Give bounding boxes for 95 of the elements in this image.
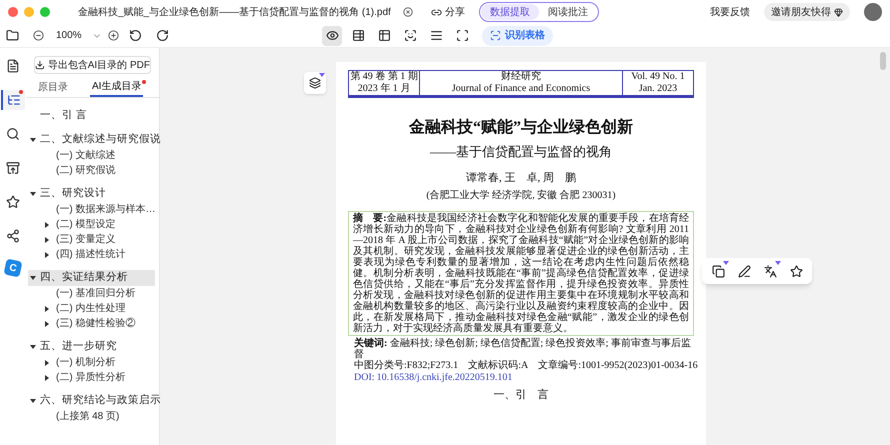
header-cell-text: 2023 年 1 月	[356, 83, 412, 95]
outline-item[interactable]: (二) 异质性分析	[56, 370, 126, 385]
outline-heading[interactable]: 一、引 言	[28, 108, 155, 124]
scrollbar[interactable]	[880, 52, 886, 70]
folder-icon[interactable]	[6, 29, 19, 42]
feedback-link[interactable]: 我要反馈	[710, 4, 750, 20]
copy-icon	[712, 264, 724, 278]
annotation-tool-button[interactable]	[762, 263, 778, 279]
nodes-icon	[6, 229, 20, 243]
header-cell: 财经研究	[419, 71, 623, 83]
caret-icon[interactable]	[44, 320, 50, 326]
annotation-tool-button[interactable]	[788, 263, 804, 279]
outline-item[interactable]: (二) 研究假说	[56, 163, 116, 178]
paper-authors: 谭常春, 王 卓, 周 鹏	[465, 170, 577, 186]
caret-icon[interactable]	[30, 191, 36, 197]
sidebar-tab[interactable]: 原目录	[36, 78, 70, 97]
classification-text: 中图分类号:F832;F273.1	[354, 360, 458, 372]
recognize-table-button[interactable]: 识别表格	[482, 26, 553, 46]
outline-item[interactable]: (上接第 48 页)	[56, 409, 120, 424]
annotation-tool-button[interactable]	[710, 263, 726, 279]
header-cell-text: Jan. 2023	[638, 83, 678, 95]
zoom-level[interactable]: 100%	[56, 28, 92, 43]
caret-icon[interactable]	[44, 236, 50, 242]
caret-icon[interactable]	[44, 222, 50, 228]
translate-icon	[764, 264, 776, 278]
search-icon	[6, 127, 20, 141]
tool-button[interactable]	[322, 26, 342, 46]
paper-title: 金融科技“赋能”与企业绿色创新	[408, 117, 634, 138]
header-cell: 第 49 卷 第 1 期	[349, 71, 419, 83]
layers-icon	[309, 77, 321, 89]
outline-item[interactable]: (一) 文献综述	[56, 148, 116, 163]
outline-item[interactable]: (二) 内生性处理	[56, 301, 126, 316]
caret-icon[interactable]	[44, 360, 50, 366]
zoom-in-icon[interactable]	[108, 30, 119, 41]
doi-link[interactable]: 10.16538/j.cnki.jfe.20220519.101	[376, 372, 512, 384]
app-logo[interactable]: C	[4, 258, 22, 278]
mode-tab[interactable]: 阅读批注	[538, 4, 597, 20]
classification-text: 文献标识码:A	[468, 360, 528, 372]
lines-icon	[430, 29, 442, 42]
document-icon	[6, 59, 20, 73]
window-title[interactable]: 金融科技_赋能_与企业绿色创新——基于信贷配置与监督的视角 (1).pdf	[78, 4, 391, 20]
pen-icon	[738, 264, 750, 278]
keywords-line: 关键词: 金融科技; 绿色创新; 绿色信贷配置; 绿色投资效率; 事前审查与事后监督	[353, 338, 692, 360]
fit-icon	[456, 29, 468, 42]
annotation-tool-button[interactable]	[736, 263, 752, 279]
caret-icon[interactable]	[30, 275, 36, 281]
outline-heading-text: 一、引 言	[40, 108, 87, 124]
outline-heading-text: 三、研究设计	[40, 186, 106, 202]
outline-heading[interactable]: 五、进一步研究	[28, 339, 155, 355]
outline-item[interactable]: (三) 稳健性检验②	[56, 316, 136, 331]
section-heading: 一、引 言	[492, 388, 550, 403]
outline-item[interactable]: (一) 基准回归分析	[56, 286, 136, 301]
close-window-icon[interactable]	[8, 7, 18, 17]
classification-text: 文章编号:1001-9952(2023)01-0034-16	[538, 360, 698, 372]
paper-affiliation: (合肥工业大学 经济学院, 安徽 合肥 230031)	[425, 188, 617, 203]
header-cell-text: Vol. 49 No. 1	[630, 71, 686, 83]
export-pdf-button[interactable]: 导出包含AI目录的 PDF	[34, 56, 151, 74]
outline-heading-text: 五、进一步研究	[40, 339, 117, 354]
paper-subtitle: ——基于信贷配置与监督的视角	[429, 143, 613, 161]
gem-icon	[834, 8, 843, 16]
caret-icon[interactable]	[30, 398, 36, 404]
caret-icon[interactable]	[30, 344, 36, 350]
caret-icon[interactable]	[44, 306, 50, 312]
outline-item[interactable]: (四) 描述性统计	[56, 247, 126, 262]
invite-button[interactable]: 邀请朋友快得	[764, 3, 850, 21]
page-tool-button[interactable]	[304, 72, 326, 94]
table-icon	[378, 29, 390, 42]
share-button[interactable]: 分享	[430, 4, 465, 20]
doi-label: DOI:	[354, 372, 375, 384]
zoom-out-icon[interactable]	[33, 30, 44, 41]
caret-icon[interactable]	[44, 252, 50, 258]
mode-tab[interactable]: 数据提取	[480, 4, 539, 20]
sidebar-tab[interactable]: AI生成目录	[90, 78, 144, 97]
rail-button[interactable]	[1, 90, 25, 110]
caret-icon[interactable]	[44, 374, 50, 380]
outline-item[interactable]: (二) 模型设定	[56, 217, 116, 232]
scan-icon	[490, 30, 501, 41]
outline-heading-text: 四、实证结果分析	[40, 270, 128, 286]
table-icon	[352, 29, 364, 42]
outline-heading[interactable]: 三、研究设计	[28, 186, 155, 202]
outline-item[interactable]: (一) 机制分析	[56, 355, 116, 370]
eye-icon	[326, 29, 338, 42]
star-icon	[790, 264, 802, 278]
star-icon	[6, 195, 20, 209]
caret-icon[interactable]	[30, 137, 36, 143]
header-cell: Journal of Finance and Economics	[419, 83, 623, 95]
outline-heading[interactable]: 四、实证结果分析	[28, 270, 155, 286]
abstract-paragraph: 摘 要:金融科技是我国经济社会数字化和智能化发展的重要手段，在培育经济增长新动力的导向下，金融科技对企业绿色创新有何影响? 文章利用 2011—2018 年 A 股上市公司数据，探究了金融科技“赋能”对企业绿色创新的影响及其机制。研究发现，金融科技发展能够显著促进企业的绿色创新活动，主要表现为绿色专利数量的显著增加，这一结论在考虑内生性问题后依然稳健。机制分析表明，金融科技既能在“事前”提高绿色信贷配置效率，促进绿色信贷供给，又能在“事后”充分发挥监督作用，提升绿色投资效率。异质性分析发现，金融科技对绿色创新的促进作用主要集中在环境规制水平较高和金融机构数量较多的地区、高污染行业以及融资约束程度较高的企业中。因此，在新发展格局下，推动金融科技对绿色金融“赋能”，激发企业的绿色创新活力，对于实现经济高质量发展具有重要意义。	[348, 211, 694, 336]
avatar[interactable]	[864, 3, 882, 21]
outline-item[interactable]: (一) 数据来源与样本…	[56, 202, 156, 217]
outline-item[interactable]: (三) 变量定义	[56, 232, 116, 247]
close-tab-icon[interactable]	[402, 7, 413, 17]
rotate-left-icon[interactable]	[129, 29, 142, 42]
list-icon	[7, 93, 21, 107]
rotate-right-icon[interactable]	[156, 29, 169, 42]
